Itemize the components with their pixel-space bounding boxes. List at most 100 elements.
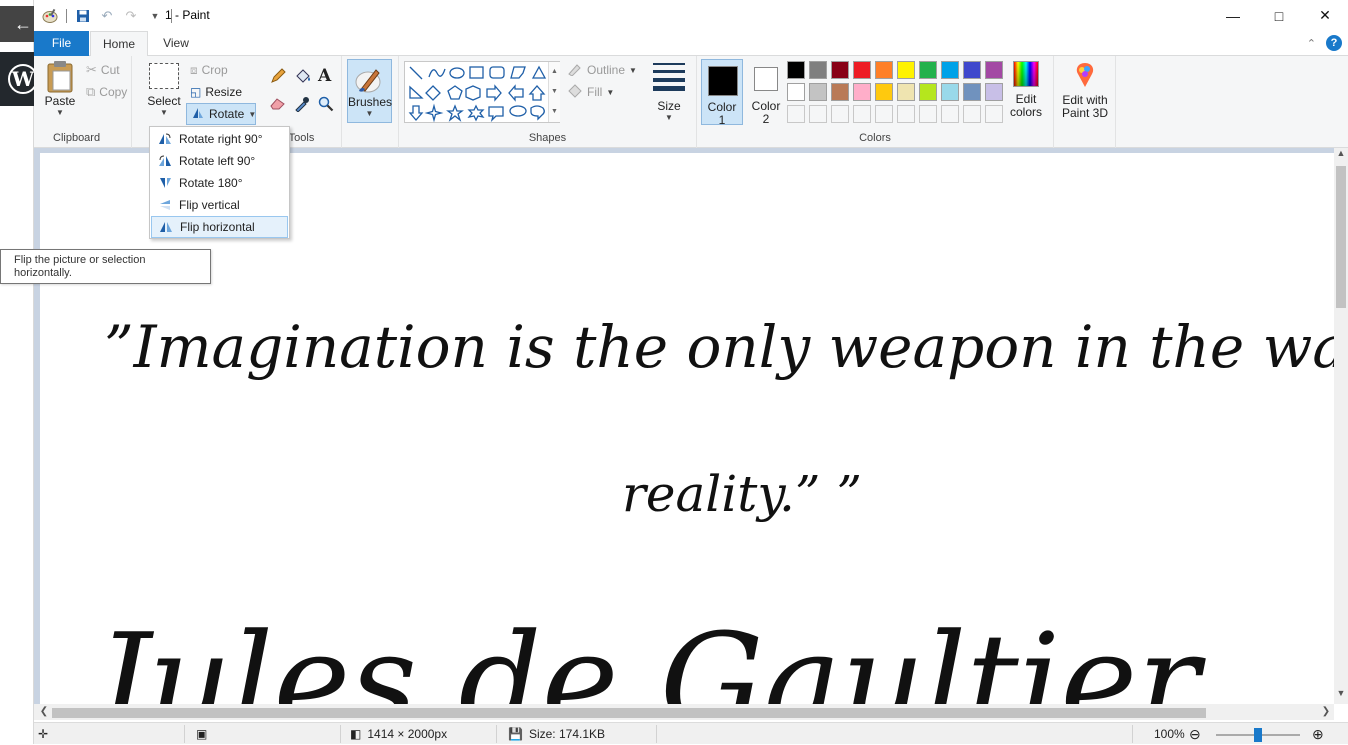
save-icon[interactable] xyxy=(75,8,91,24)
back-arrow-icon[interactable]: ← xyxy=(0,6,34,42)
zoom-slider-thumb[interactable] xyxy=(1254,728,1262,742)
five-point-star-shape-icon xyxy=(446,104,464,122)
color-swatch[interactable] xyxy=(941,61,959,79)
scroll-down-icon[interactable]: ▼ xyxy=(1334,688,1348,702)
tab-file[interactable]: File xyxy=(34,31,89,56)
menu-item-label: Rotate left 90° xyxy=(179,154,256,168)
color-swatch[interactable] xyxy=(831,83,849,101)
fill-label: Fill xyxy=(587,85,603,99)
color-swatch[interactable] xyxy=(853,83,871,101)
tab-view[interactable]: View xyxy=(152,31,200,56)
help-icon[interactable]: ? xyxy=(1326,35,1342,51)
zoom-in-icon[interactable]: ⊕ xyxy=(1312,723,1324,745)
color-swatch[interactable] xyxy=(787,83,805,101)
custom-color-slot[interactable] xyxy=(809,105,827,123)
pencil-icon[interactable] xyxy=(270,68,286,87)
custom-color-slot[interactable] xyxy=(787,105,805,123)
redo-icon[interactable]: ↷ xyxy=(123,8,139,24)
color-swatch[interactable] xyxy=(809,61,827,79)
customize-qat-icon[interactable]: ▼ xyxy=(147,8,163,24)
undo-icon[interactable]: ↶ xyxy=(99,8,115,24)
scroll-left-icon[interactable]: ❮ xyxy=(36,704,52,720)
size-button[interactable]: Size ▼ xyxy=(650,61,688,122)
fill-button[interactable]: Fill ▼ xyxy=(567,83,614,101)
menu-flip-horizontal[interactable]: Flip horizontal xyxy=(151,216,288,238)
horizontal-scroll-thumb[interactable] xyxy=(52,708,1206,718)
color-swatch[interactable] xyxy=(875,83,893,101)
status-separator xyxy=(1132,725,1133,743)
color-swatch[interactable] xyxy=(897,61,915,79)
paste-dropdown-icon[interactable]: ▼ xyxy=(40,108,80,117)
cut-button[interactable]: ✂ Cut xyxy=(86,61,120,79)
crop-button[interactable]: ⧈ Crop xyxy=(190,61,228,79)
size-dropdown-icon[interactable]: ▼ xyxy=(650,113,688,122)
select-button[interactable]: Select ▼ xyxy=(144,60,184,117)
color-swatch[interactable] xyxy=(985,61,1003,79)
color-picker-icon[interactable] xyxy=(294,96,310,115)
color-swatch[interactable] xyxy=(897,83,915,101)
scroll-right-icon[interactable]: ❯ xyxy=(1318,704,1334,720)
shapes-group-label: Shapes xyxy=(528,132,567,144)
custom-color-slot[interactable] xyxy=(897,105,915,123)
colors-group-label: Colors xyxy=(859,132,891,144)
magnifier-icon[interactable] xyxy=(318,96,334,115)
color2-button[interactable]: Color 2 xyxy=(745,59,787,126)
color-swatch[interactable] xyxy=(875,61,893,79)
zoom-out-icon[interactable]: ⊖ xyxy=(1189,723,1201,745)
color-swatch[interactable] xyxy=(809,83,827,101)
scroll-up-icon[interactable]: ▲ xyxy=(1334,148,1348,162)
color-swatch[interactable] xyxy=(831,61,849,79)
resize-button[interactable]: ◱ Resize xyxy=(190,83,242,101)
horizontal-scrollbar[interactable]: ❮ ❯ xyxy=(34,704,1334,720)
rotate-button[interactable]: Rotate ▼ xyxy=(186,103,256,125)
paste-button[interactable]: Paste ▼ xyxy=(40,60,80,117)
copy-button[interactable]: ⧉ Copy xyxy=(86,83,127,101)
select-dropdown-icon[interactable]: ▼ xyxy=(144,108,184,117)
color-swatch[interactable] xyxy=(919,83,937,101)
custom-color-slot[interactable] xyxy=(831,105,849,123)
color-swatch[interactable] xyxy=(787,61,805,79)
vertical-scrollbar[interactable]: ▲ ▼ xyxy=(1334,148,1348,704)
edit-colors-button[interactable]: Edit colors xyxy=(1004,61,1048,119)
rotate-dropdown-icon[interactable]: ▼ xyxy=(248,110,256,119)
canvas-text-line2: reality.” ” xyxy=(622,465,862,523)
eraser-icon[interactable] xyxy=(270,96,286,113)
zoom-level: 100% xyxy=(1154,727,1185,741)
close-icon[interactable]: ✕ xyxy=(1302,0,1348,31)
color-swatch[interactable] xyxy=(963,83,981,101)
fill-dropdown-icon[interactable]: ▼ xyxy=(606,88,614,97)
color-swatch[interactable] xyxy=(985,83,1003,101)
color-swatch[interactable] xyxy=(963,61,981,79)
tab-home[interactable]: Home xyxy=(90,31,148,57)
custom-color-slot[interactable] xyxy=(875,105,893,123)
edit-with-paint3d-button[interactable]: Edit with Paint 3D xyxy=(1056,61,1114,120)
outline-button[interactable]: Outline ▼ xyxy=(567,61,637,79)
color1-button[interactable]: Color 1 xyxy=(701,59,743,127)
vertical-scroll-thumb[interactable] xyxy=(1336,166,1346,308)
custom-color-slot[interactable] xyxy=(853,105,871,123)
color-swatch[interactable] xyxy=(941,83,959,101)
custom-color-slot[interactable] xyxy=(985,105,1003,123)
quick-access-toolbar: ↶ ↷ ▼ xyxy=(42,7,172,25)
fill-icon xyxy=(567,83,583,101)
menu-flip-vertical[interactable]: Flip vertical xyxy=(151,194,288,216)
custom-color-slot[interactable] xyxy=(941,105,959,123)
menu-rotate-right[interactable]: Rotate right 90° xyxy=(151,128,288,150)
custom-color-slot[interactable] xyxy=(963,105,981,123)
menu-rotate-180[interactable]: Rotate 180° xyxy=(151,172,288,194)
custom-color-slot[interactable] xyxy=(919,105,937,123)
outline-dropdown-icon[interactable]: ▼ xyxy=(629,66,637,75)
text-tool-icon[interactable]: A xyxy=(318,66,331,86)
color-swatch[interactable] xyxy=(853,61,871,79)
maximize-icon[interactable]: □ xyxy=(1256,0,1302,31)
menu-rotate-left[interactable]: Rotate left 90° xyxy=(151,150,288,172)
rotate-180-icon xyxy=(151,176,179,190)
color-swatch[interactable] xyxy=(919,61,937,79)
minimize-icon[interactable]: — xyxy=(1210,0,1256,31)
collapse-ribbon-icon[interactable]: ⌃ xyxy=(1307,37,1316,50)
right-arrow-shape-icon xyxy=(486,84,502,102)
shapes-scroll[interactable]: ▲ ▼ ▼ xyxy=(548,62,560,122)
ribbon-right-controls: ⌃ ? xyxy=(1307,35,1342,51)
hexagon-shape-icon xyxy=(465,85,481,101)
fill-bucket-icon[interactable] xyxy=(294,68,312,87)
